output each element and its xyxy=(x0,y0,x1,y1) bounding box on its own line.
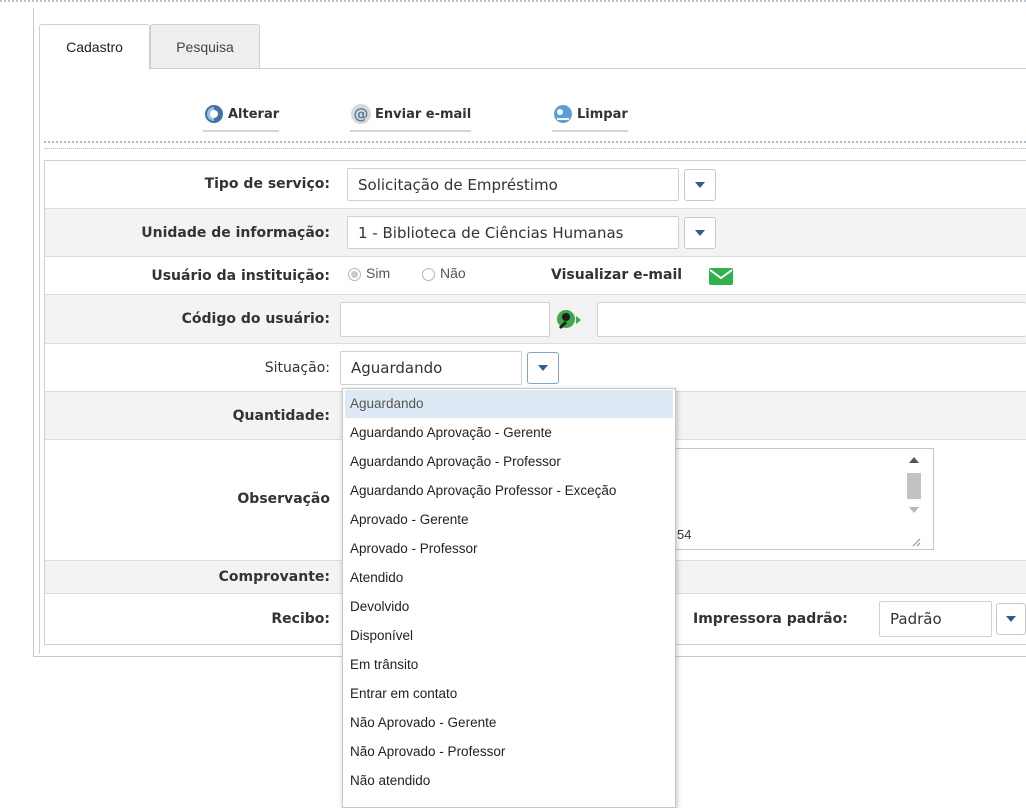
impressora-label: Impressora padrão: xyxy=(693,611,848,627)
recibo-label: Recibo: xyxy=(271,611,330,627)
tab-pesquisa[interactable]: Pesquisa xyxy=(150,24,260,68)
visualizar-email-label: Visualizar e-mail xyxy=(551,267,683,283)
radio-nao[interactable] xyxy=(422,268,435,281)
situacao-option[interactable]: Não atendido xyxy=(343,766,675,795)
tipo-servico-select[interactable]: Solicitação de Empréstimo xyxy=(347,168,679,201)
resize-grip-icon[interactable] xyxy=(911,535,921,547)
observacao-label: Observação xyxy=(237,491,330,507)
chevron-down-icon xyxy=(695,230,705,236)
situacao-select[interactable]: Aguardando xyxy=(340,351,522,385)
envelope-icon[interactable] xyxy=(709,268,733,288)
at-sign-icon: @ xyxy=(350,103,372,125)
situacao-option[interactable]: Entrar em contato xyxy=(343,679,675,708)
limpar-label: Limpar xyxy=(577,106,628,122)
clear-icon xyxy=(552,103,574,125)
unidade-informacao-value: 1 - Biblioteca de Ciências Humanas xyxy=(358,223,624,242)
top-dotted-rule xyxy=(0,0,1026,8)
usuario-instituicao-label: Usuário da instituição: xyxy=(151,268,330,284)
situacao-option[interactable]: Aprovado - Gerente xyxy=(343,505,675,534)
impressora-value: Padrão xyxy=(890,610,942,628)
situacao-dropdown-list[interactable]: Aguardando Aguardando Aprovação - Gerente… xyxy=(342,388,676,808)
refresh-icon xyxy=(203,103,225,125)
unidade-informacao-dropdown-button[interactable] xyxy=(684,217,716,249)
tab-strip-border xyxy=(150,68,1026,69)
unidade-informacao-select[interactable]: 1 - Biblioteca de Ciências Humanas xyxy=(347,216,679,249)
scroll-thumb[interactable] xyxy=(907,473,921,499)
alterar-label: Alterar xyxy=(228,106,280,122)
situacao-option[interactable]: Em trânsito xyxy=(343,650,675,679)
scroll-up-icon[interactable] xyxy=(909,457,919,463)
situacao-label: Situação: xyxy=(264,360,330,376)
radio-sim[interactable] xyxy=(348,268,361,281)
search-user-icon[interactable] xyxy=(556,308,582,335)
situacao-option[interactable]: Aguardando xyxy=(345,390,673,418)
observacao-textarea[interactable]: 54 xyxy=(652,448,934,550)
situacao-option[interactable]: Disponível xyxy=(343,621,675,650)
unidade-informacao-label: Unidade de informação: xyxy=(141,225,330,241)
quantidade-label: Quantidade: xyxy=(232,408,330,424)
enviar-email-button[interactable]: @ Enviar e-mail xyxy=(350,100,472,132)
tipo-servico-value: Solicitação de Empréstimo xyxy=(358,175,558,194)
radio-nao-label: Não xyxy=(440,265,466,281)
chevron-down-icon xyxy=(1006,616,1016,622)
chevron-down-icon xyxy=(695,182,705,188)
situacao-dropdown-button[interactable] xyxy=(527,352,559,384)
impressora-select[interactable]: Padrão xyxy=(879,601,992,637)
limpar-button[interactable]: Limpar xyxy=(552,100,628,132)
situacao-option[interactable]: Devolvido xyxy=(343,592,675,621)
situacao-option[interactable]: Não Aprovado - Gerente xyxy=(343,708,675,737)
codigo-usuario-input[interactable] xyxy=(340,302,550,337)
observacao-scrollbar[interactable] xyxy=(905,455,923,547)
situacao-option[interactable]: Aguardando Aprovação Professor - Exceção xyxy=(343,476,675,505)
alterar-button[interactable]: Alterar xyxy=(203,100,280,132)
codigo-usuario-label: Código do usuário: xyxy=(181,311,330,327)
situacao-option[interactable]: Aguardando Aprovação - Professor xyxy=(343,447,675,476)
usuario-nome-field[interactable] xyxy=(597,302,1026,337)
scroll-down-icon[interactable] xyxy=(909,507,919,513)
situacao-option[interactable]: Não Aprovado - Professor xyxy=(343,737,675,766)
tipo-servico-label: Tipo de serviço: xyxy=(204,176,330,192)
situacao-option[interactable]: Aguardando Aprovação - Gerente xyxy=(343,418,675,447)
radio-sim-label: Sim xyxy=(366,265,391,281)
toolbar-separator xyxy=(44,141,1026,149)
tab-panel-border xyxy=(39,68,40,654)
situacao-option[interactable]: Aprovado - Professor xyxy=(343,534,675,563)
situacao-option[interactable]: Atendido xyxy=(343,563,675,592)
enviar-email-label: Enviar e-mail xyxy=(375,106,472,122)
impressora-dropdown-button[interactable] xyxy=(996,603,1026,635)
tipo-servico-dropdown-button[interactable] xyxy=(684,169,716,201)
tab-cadastro[interactable]: Cadastro xyxy=(39,24,150,70)
observacao-text-fragment: 54 xyxy=(677,527,692,542)
situacao-value: Aguardando xyxy=(351,359,443,377)
chevron-down-icon xyxy=(538,365,548,371)
visualizar-email-link[interactable]: Visualizar e-mail xyxy=(551,267,682,283)
comprovante-label: Comprovante: xyxy=(218,569,330,585)
svg-text:@: @ xyxy=(354,105,369,123)
